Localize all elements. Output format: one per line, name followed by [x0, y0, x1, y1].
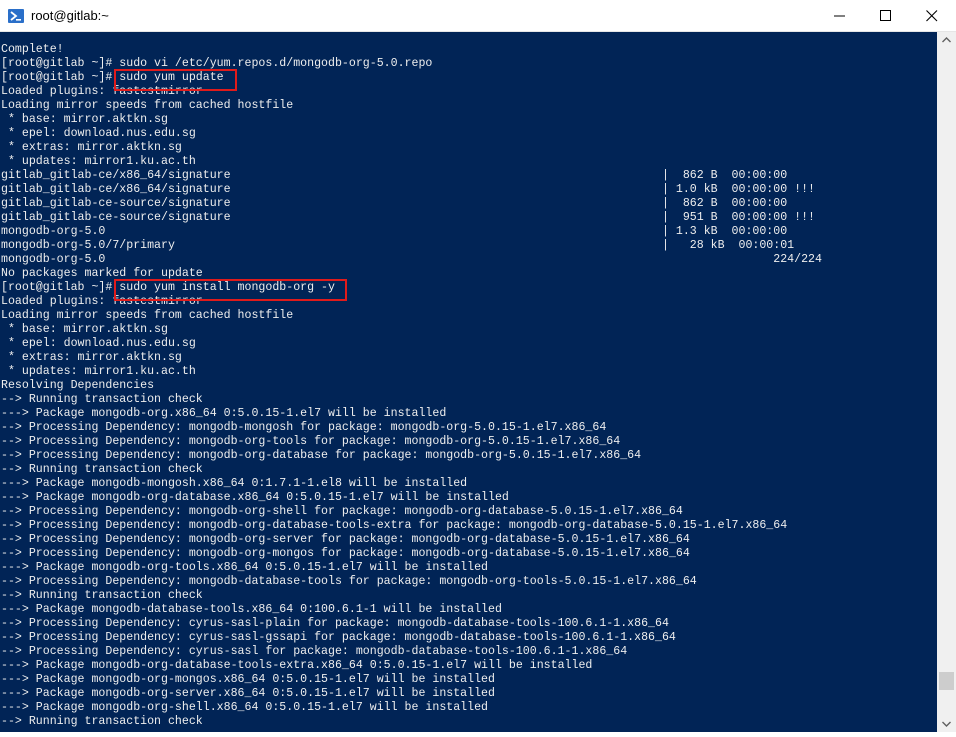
terminal-line: gitlab_gitlab-ce/x86_64/signature | 1.0 … [1, 183, 816, 196]
terminal-line: --> Processing Dependency: cyrus-sasl fo… [1, 645, 628, 658]
terminal-line: Complete! [1, 43, 64, 56]
terminal-line: --> Running transaction check [1, 393, 203, 406]
terminal-output[interactable]: Complete! [root@gitlab ~]# sudo vi /etc/y… [0, 32, 937, 732]
terminal-line: --> Processing Dependency: mongodb-mongo… [1, 421, 607, 434]
highlight-yum-install [114, 279, 347, 301]
terminal-line: --> Processing Dependency: mongodb-org-d… [1, 519, 788, 532]
terminal-line: gitlab_gitlab-ce-source/signature | 951 … [1, 211, 816, 224]
terminal-line: --> Processing Dependency: mongodb-org-s… [1, 533, 690, 546]
highlight-yum-update [114, 69, 237, 91]
terminal-line: ---> Package mongodb-org-database-tools-… [1, 659, 593, 672]
terminal-line: --> Processing Dependency: mongodb-datab… [1, 575, 697, 588]
arrow-up-icon [942, 37, 951, 43]
terminal-line: ---> Package mongodb-org-shell.x86_64 0:… [1, 701, 489, 714]
terminal-line: ---> Package mongodb-database-tools.x86_… [1, 603, 502, 616]
terminal-line: Resolving Dependencies [1, 379, 155, 392]
minimize-icon [834, 15, 845, 17]
terminal-line: * updates: mirror1.ku.ac.th [1, 365, 196, 378]
close-button[interactable] [909, 0, 955, 31]
terminal-line: ---> Package mongodb-org-mongos.x86_64 0… [1, 673, 495, 686]
terminal-line: mongodb-org-5.0/7/primary | 28 kB 00:00:… [1, 239, 795, 252]
terminal-line: * base: mirror.aktkn.sg [1, 323, 168, 336]
terminal-line: * extras: mirror.aktkn.sg [1, 141, 182, 154]
scroll-up-button[interactable] [937, 32, 956, 49]
vertical-scrollbar[interactable] [937, 32, 956, 732]
terminal-line: --> Running transaction check [1, 589, 203, 602]
terminal-line: * extras: mirror.aktkn.sg [1, 351, 182, 364]
powershell-icon[interactable] [8, 8, 24, 24]
terminal-line: --> Processing Dependency: mongodb-org-m… [1, 547, 690, 560]
terminal-line: ---> Package mongodb-org-tools.x86_64 0:… [1, 561, 489, 574]
terminal-line: mongodb-org-5.0 | 1.3 kB 00:00:00 [1, 225, 788, 238]
scrollbar-thumb[interactable] [939, 672, 954, 690]
terminal-line: ---> Package mongodb-org-database.x86_64… [1, 491, 509, 504]
terminal-line: gitlab_gitlab-ce/x86_64/signature | 862 … [1, 169, 788, 182]
terminal-line: --> Running transaction check [1, 463, 203, 476]
terminal-line: mongodb-org-5.0 224/224 [1, 253, 822, 266]
terminal-line: * epel: download.nus.edu.sg [1, 337, 196, 350]
terminal-line: Loading mirror speeds from cached hostfi… [1, 99, 294, 112]
terminal-line: * updates: mirror1.ku.ac.th [1, 155, 196, 168]
terminal-lines: Complete! [root@gitlab ~]# sudo vi /etc/y… [1, 43, 822, 729]
terminal-line: --> Processing Dependency: mongodb-org-t… [1, 435, 621, 448]
terminal-line: * epel: download.nus.edu.sg [1, 127, 196, 140]
terminal-line: Loading mirror speeds from cached hostfi… [1, 309, 294, 322]
arrow-down-icon [942, 721, 951, 727]
terminal-line: --> Processing Dependency: cyrus-sasl-gs… [1, 631, 676, 644]
scroll-down-button[interactable] [937, 715, 956, 732]
terminal-line: ---> Package mongodb-mongosh.x86_64 0:1.… [1, 477, 468, 490]
terminal-window: root@gitlab:~ Complete! [root@gitlab ~]# … [0, 0, 956, 732]
terminal-line: --> Running transaction check [1, 715, 203, 728]
maximize-icon [880, 10, 891, 21]
terminal-line: --> Processing Dependency: mongodb-org-d… [1, 449, 642, 462]
terminal-line: gitlab_gitlab-ce-source/signature | 862 … [1, 197, 788, 210]
terminal-line: ---> Package mongodb-org.x86_64 0:5.0.15… [1, 407, 447, 420]
title-bar[interactable]: root@gitlab:~ [0, 0, 956, 32]
terminal-line: --> Processing Dependency: cyrus-sasl-pl… [1, 617, 669, 630]
terminal-line: --> Processing Dependency: mongodb-org-s… [1, 505, 683, 518]
window-title: root@gitlab:~ [31, 8, 109, 23]
terminal-line: * base: mirror.aktkn.sg [1, 113, 168, 126]
close-icon [926, 10, 938, 22]
minimize-button[interactable] [817, 0, 863, 31]
maximize-button[interactable] [863, 0, 909, 31]
terminal-line: ---> Package mongodb-org-server.x86_64 0… [1, 687, 495, 700]
